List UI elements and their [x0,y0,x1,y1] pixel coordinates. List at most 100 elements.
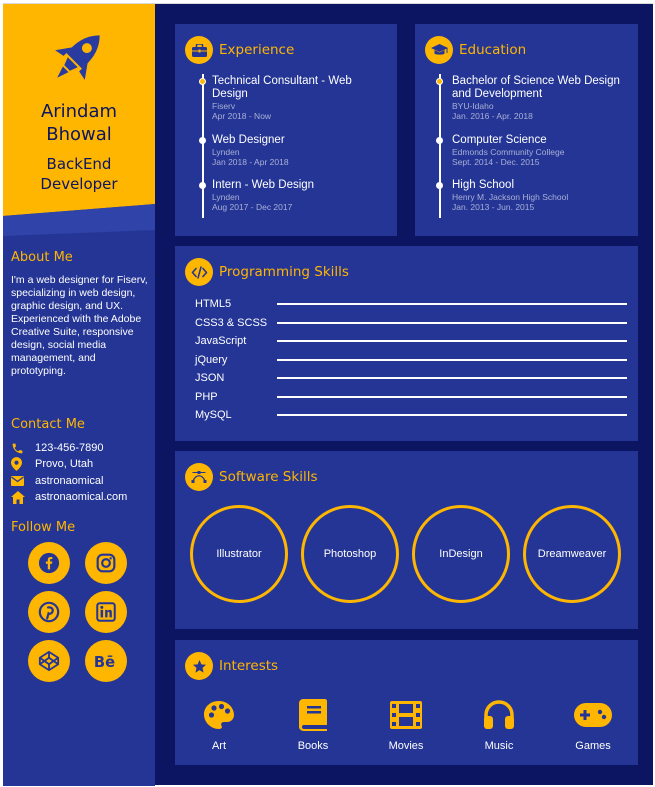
skill-name: JSON [195,372,225,384]
school-dates: Sept. 2014 - Dec. 2015 [452,157,540,167]
instagram-button[interactable] [85,542,127,584]
interest-label: Art [211,740,227,752]
timeline-dot [199,182,206,189]
software-skill-ring: InDesign [412,505,510,603]
phone-text: 123-456-7890 [35,442,104,454]
skill-name: CSS3 & SCSS [195,317,268,329]
svg-text:Bē: Bē [94,654,115,671]
map-pin-icon [11,457,27,471]
software-skill-ring: Dreamweaver [523,505,621,603]
job-dates: Apr 2018 - Now [212,111,272,121]
education-item: Computer Science Edmonds Community Colle… [436,134,632,167]
job-title: Web Designer [212,134,285,146]
software-skill-name: Photoshop [323,548,377,560]
home-icon [11,490,27,504]
profile-role: BackEnd Developer [3,154,155,194]
skill-bar [277,359,627,361]
timeline-dot [436,182,443,189]
skill-bar [277,396,627,398]
skill-row: jQuery [195,353,627,367]
facebook-icon [38,552,60,574]
pen-tool-icon [191,471,207,483]
software-skill-ring: Illustrator [190,505,288,603]
education-item: High School Henry M. Jackson High School… [436,179,632,212]
website-text: astronaomical.com [35,491,128,503]
palette-icon [204,701,234,729]
job-title: Intern - Web Design [212,179,315,191]
last-name: Bhowal [46,124,112,145]
experience-card: Experience Technical Consultant - Web De… [175,24,397,236]
timeline-dot [436,78,443,85]
experience-item: Technical Consultant - Web Design Fiserv… [199,75,362,121]
software-skill-ring: Photoshop [301,505,399,603]
software-title: Software Skills [219,469,318,485]
software-card: Software Skills Illustrator Photoshop In… [175,451,638,629]
school-name: BYU-Idaho [452,101,494,111]
skill-bar [277,414,627,416]
interest-item: Music [459,698,539,752]
contact-phone[interactable]: 123-456-7890 [11,441,104,455]
interest-item: Games [553,698,633,752]
gamepad-icon [574,703,612,727]
experience-item: Web Designer Lynden Jan 2018 - Apr 2018 [199,134,362,167]
briefcase-badge [185,36,213,64]
instagram-icon [96,553,116,573]
programming-header: Programming Skills [185,258,349,286]
contact-email[interactable]: astronaomical [11,474,103,488]
code-badge [185,258,213,286]
interest-item: Art [179,698,259,752]
behance-button[interactable]: Bē [85,640,127,682]
envelope-icon [11,474,27,488]
degree-title: Computer Science [452,134,547,146]
behance-icon: Bē [94,654,115,671]
school-name: Henry M. Jackson High School [452,192,569,202]
job-dates: Aug 2017 - Dec 2017 [212,202,293,212]
job-company: Lynden [212,147,240,157]
software-skill-name: InDesign [439,548,483,560]
timeline-dot [199,137,206,144]
contact-website[interactable]: astronaomical.com [11,490,127,504]
school-dates: Jan. 2016 - Apr. 2018 [452,111,533,121]
profile-header: Arindam Bhowal BackEnd Developer [3,4,155,236]
interests-title: Interests [219,658,279,674]
resume-page: Arindam Bhowal BackEnd Developer About M… [3,3,653,786]
interest-item: Movies [366,698,446,752]
degree-title: Bachelor of Science Web Design and Devel… [452,75,620,100]
first-name: Arindam [40,101,118,122]
education-title: Education [459,42,527,58]
linkedin-button[interactable] [85,591,127,633]
interests-header: Interests [185,652,278,680]
experience-title: Experience [219,42,295,58]
education-header: Education [425,36,526,64]
software-header: Software Skills [185,463,317,491]
degree-title: High School [452,179,515,191]
experience-header: Experience [185,36,294,64]
skill-row: MySQL [195,408,627,422]
skill-bar [277,340,627,342]
job-company: Fiserv [212,101,236,111]
contact-heading: Contact Me [11,417,85,432]
graduation-cap-icon [430,43,448,55]
location-text: Provo, Utah [35,458,94,470]
pinterest-icon [38,601,60,623]
job-dates: Jan 2018 - Apr 2018 [212,157,289,167]
timeline-dot [436,137,443,144]
skill-row: JavaScript [195,334,627,348]
briefcase-icon [191,43,207,57]
programming-card: Programming Skills HTML5 CSS3 & SCSS Jav… [175,246,638,441]
about-text: I'm a web designer for Fiserv, specializ… [11,274,148,377]
skill-row: HTML5 [195,297,627,311]
facebook-button[interactable] [28,542,70,584]
codepen-button[interactable] [28,640,70,682]
role-line-2: Developer [40,175,118,193]
star-icon [192,659,206,673]
about-heading: About Me [11,250,73,265]
pinterest-button[interactable] [28,591,70,633]
software-skill-name: Illustrator [216,548,262,560]
headphones-icon [484,700,514,729]
skill-row: JSON [195,371,627,385]
codepen-icon [38,650,60,672]
skill-name: MySQL [195,409,232,421]
profile-name: Arindam Bhowal [3,100,155,146]
skill-bar [277,303,627,305]
